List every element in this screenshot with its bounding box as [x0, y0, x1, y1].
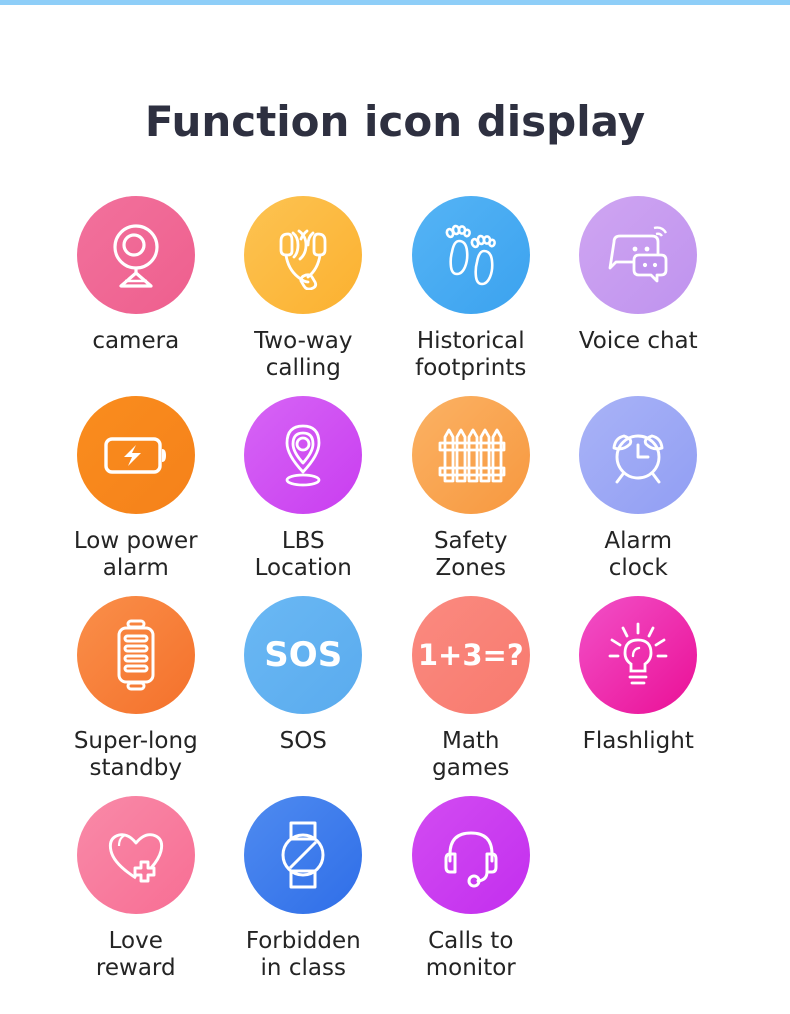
icon-circle[interactable]: [76, 596, 195, 714]
icon-label: Super-long standby: [73, 728, 198, 781]
icon-circle[interactable]: [411, 396, 530, 514]
icon-circle[interactable]: [76, 196, 195, 314]
lightbulb-icon: [608, 622, 668, 685]
grid-item-love-reward[interactable]: Love reward: [60, 796, 212, 982]
icon-label: Alarm clock: [604, 528, 673, 581]
icon-circle[interactable]: [411, 796, 530, 914]
alarm-clock-icon: [612, 434, 664, 484]
icon-circle[interactable]: [579, 396, 698, 514]
grid-item-safety-zones[interactable]: Safety Zones: [395, 396, 547, 582]
icon-label: Historical footprints: [415, 328, 527, 381]
webcam-icon: [113, 224, 159, 288]
sos-text-icon: SOS: [264, 635, 343, 675]
grid-item-historical-footprints[interactable]: Historical footprints: [395, 196, 547, 382]
grid-item-two-way-calling[interactable]: Two-way calling: [228, 196, 380, 382]
grid-item-low-power-alarm[interactable]: Low power alarm: [60, 396, 212, 582]
icon-label: Safety Zones: [433, 528, 508, 581]
top-accent-bar: [0, 0, 790, 5]
watch-forbidden-icon: [281, 821, 325, 889]
icon-circle[interactable]: [579, 596, 698, 714]
icon-label: Flashlight: [582, 728, 694, 754]
two-way-call-icon: [279, 229, 327, 290]
icon-label: LBS Location: [254, 528, 352, 581]
icon-circle[interactable]: [411, 196, 530, 314]
icon-label: Voice chat: [578, 328, 698, 354]
grid-item-super-long-standby[interactable]: Super-long standby: [60, 596, 212, 782]
fence-icon: [438, 428, 506, 483]
icon-circle[interactable]: SOS: [244, 596, 363, 714]
grid-item-sos[interactable]: SOS SOS: [228, 596, 380, 755]
headset-icon: [444, 831, 498, 888]
math-text-icon: 1+3=?: [417, 638, 524, 672]
grid-item-voice-chat[interactable]: Voice chat: [563, 196, 715, 355]
icon-row: camera Two-way calling Historical footpr…: [60, 196, 730, 396]
icon-circle[interactable]: [76, 796, 195, 914]
icon-label: Love reward: [95, 928, 176, 981]
grid-item-camera[interactable]: camera: [60, 196, 212, 355]
icon-label: Math games: [432, 728, 510, 781]
icon-label: Low power alarm: [73, 528, 198, 581]
grid-item-lbs-location[interactable]: LBS Location: [228, 396, 380, 582]
grid-item-flashlight[interactable]: Flashlight: [563, 596, 715, 755]
grid-item-alarm-clock[interactable]: Alarm clock: [563, 396, 715, 582]
icon-circle[interactable]: [244, 196, 363, 314]
heart-plus-icon: [108, 833, 163, 883]
page-title: Function icon display: [144, 97, 646, 146]
battery-bolt-icon: [104, 437, 166, 474]
speech-bubbles-icon: [608, 226, 668, 283]
icon-label: Forbidden in class: [245, 928, 361, 981]
grid-item-math-games[interactable]: 1+3=? Math games: [395, 596, 547, 782]
page-root: Function icon display camera Two-way cal…: [0, 0, 790, 1014]
grid-item-calls-to-monitor[interactable]: Calls to monitor: [395, 796, 547, 982]
icon-circle[interactable]: [579, 196, 698, 314]
icon-circle[interactable]: 1+3=?: [411, 596, 530, 714]
icon-circle[interactable]: [244, 796, 363, 914]
icon-circle[interactable]: [244, 396, 363, 514]
icon-row: Low power alarm LBS Location Safety Zone…: [60, 396, 730, 596]
footprints-icon: [445, 224, 496, 286]
icon-label: Calls to monitor: [425, 928, 516, 981]
icon-circle[interactable]: [76, 396, 195, 514]
icon-row: Love reward Forbidden in class Calls to …: [60, 796, 730, 996]
map-pin-icon: [285, 424, 321, 487]
icon-label: Two-way calling: [254, 328, 353, 381]
battery-bars-icon: [117, 619, 155, 691]
icon-label: SOS: [279, 728, 327, 754]
icon-row: Super-long standby SOS SOS 1+3=? Math ga…: [60, 596, 730, 796]
icon-label: camera: [92, 328, 180, 354]
function-icon-grid: camera Two-way calling Historical footpr…: [60, 196, 730, 996]
grid-item-forbidden-in-class[interactable]: Forbidden in class: [228, 796, 380, 982]
